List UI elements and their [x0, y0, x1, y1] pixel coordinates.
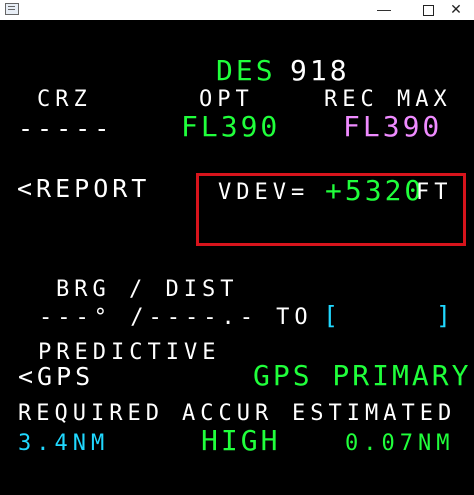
- fmc-display: DES 918 CRZ OPT REC MAX ----- FL390 FL39…: [0, 20, 474, 495]
- close-icon: ✕: [450, 1, 462, 17]
- vdev-label: VDEV=: [218, 180, 310, 205]
- maximize-icon: [422, 5, 434, 16]
- page-title-value: 918: [290, 54, 350, 87]
- minimize-button[interactable]: —: [366, 0, 402, 20]
- estimated-accuracy-value: 0.07NM: [345, 431, 455, 456]
- bracket-left: [: [323, 301, 343, 330]
- gps-prompt[interactable]: <GPS: [18, 363, 94, 391]
- app-icon: [5, 3, 19, 15]
- gps-primary-status: GPS PRIMARY: [253, 359, 472, 392]
- required-label: REQUIRED: [18, 401, 164, 426]
- brg-dist-value: ---° /----.- TO: [39, 305, 313, 330]
- page-title: DES: [216, 54, 276, 87]
- brg-dist-label: BRG / DIST: [56, 277, 239, 302]
- opt-value: FL390: [181, 110, 281, 143]
- accuracy-level: HIGH: [201, 424, 281, 457]
- vdev-unit: FT: [416, 180, 453, 205]
- estimated-label: ESTIMATED: [292, 401, 457, 426]
- vdev-value: +5320: [325, 174, 425, 207]
- report-prompt[interactable]: <REPORT: [17, 175, 150, 203]
- bracket-right: ]: [436, 301, 456, 330]
- required-accuracy-value: 3.4NM: [18, 431, 110, 456]
- close-button[interactable]: ✕: [438, 0, 474, 20]
- crz-header: CRZ: [37, 87, 92, 112]
- crz-value: -----: [18, 114, 114, 143]
- rec-max-value: FL390: [343, 110, 443, 143]
- window-titlebar: — ✕: [0, 0, 474, 20]
- minimize-icon: —: [377, 1, 391, 17]
